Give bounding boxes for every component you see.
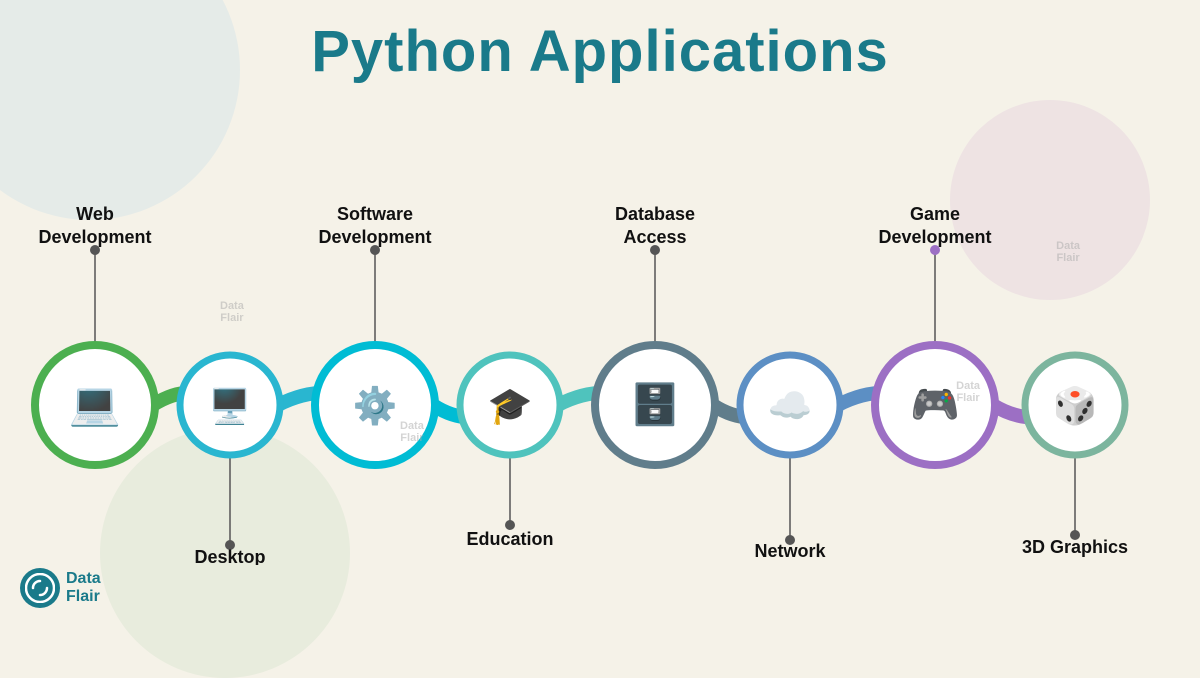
- svg-text:🎓: 🎓: [488, 385, 533, 426]
- svg-text:☁️: ☁️: [768, 385, 813, 426]
- watermark-1: DataFlair: [1056, 240, 1080, 264]
- svg-text:Software: Software: [337, 204, 413, 224]
- diagram-area: 💻 🖥️ ⚙️ 🎓 🗄️ ☁️ 🎮 🎲 Web Development Soft…: [0, 85, 1200, 565]
- watermark-4: DataFlair: [400, 420, 424, 444]
- svg-text:🖥️: 🖥️: [209, 387, 251, 426]
- svg-text:Access: Access: [623, 227, 686, 247]
- svg-text:Development: Development: [878, 227, 991, 247]
- svg-text:Development: Development: [318, 227, 431, 247]
- svg-text:🗄️: 🗄️: [630, 381, 680, 427]
- watermark-3: DataFlair: [220, 300, 244, 324]
- logo: Data Flair: [20, 568, 101, 608]
- svg-text:Web: Web: [76, 204, 114, 224]
- logo-text: Data Flair: [66, 570, 101, 605]
- logo-icon: [20, 568, 60, 608]
- svg-text:🎮: 🎮: [910, 383, 960, 427]
- watermark-2: DataFlair: [956, 380, 980, 404]
- svg-text:⚙️: ⚙️: [353, 385, 398, 426]
- svg-text:Database: Database: [615, 204, 695, 224]
- svg-text:Education: Education: [466, 529, 553, 549]
- svg-text:Development: Development: [38, 227, 151, 247]
- svg-text:Network: Network: [754, 541, 826, 561]
- svg-text:💻: 💻: [69, 380, 121, 428]
- svg-text:Programming: Programming: [731, 563, 848, 565]
- svg-text:🎲: 🎲: [1053, 385, 1098, 426]
- svg-text:3D Graphics: 3D Graphics: [1022, 537, 1128, 557]
- svg-text:Desktop: Desktop: [194, 547, 265, 565]
- chain-svg: 💻 🖥️ ⚙️ 🎓 🗄️ ☁️ 🎮 🎲 Web Development Soft…: [0, 85, 1200, 565]
- svg-text:Game: Game: [910, 204, 960, 224]
